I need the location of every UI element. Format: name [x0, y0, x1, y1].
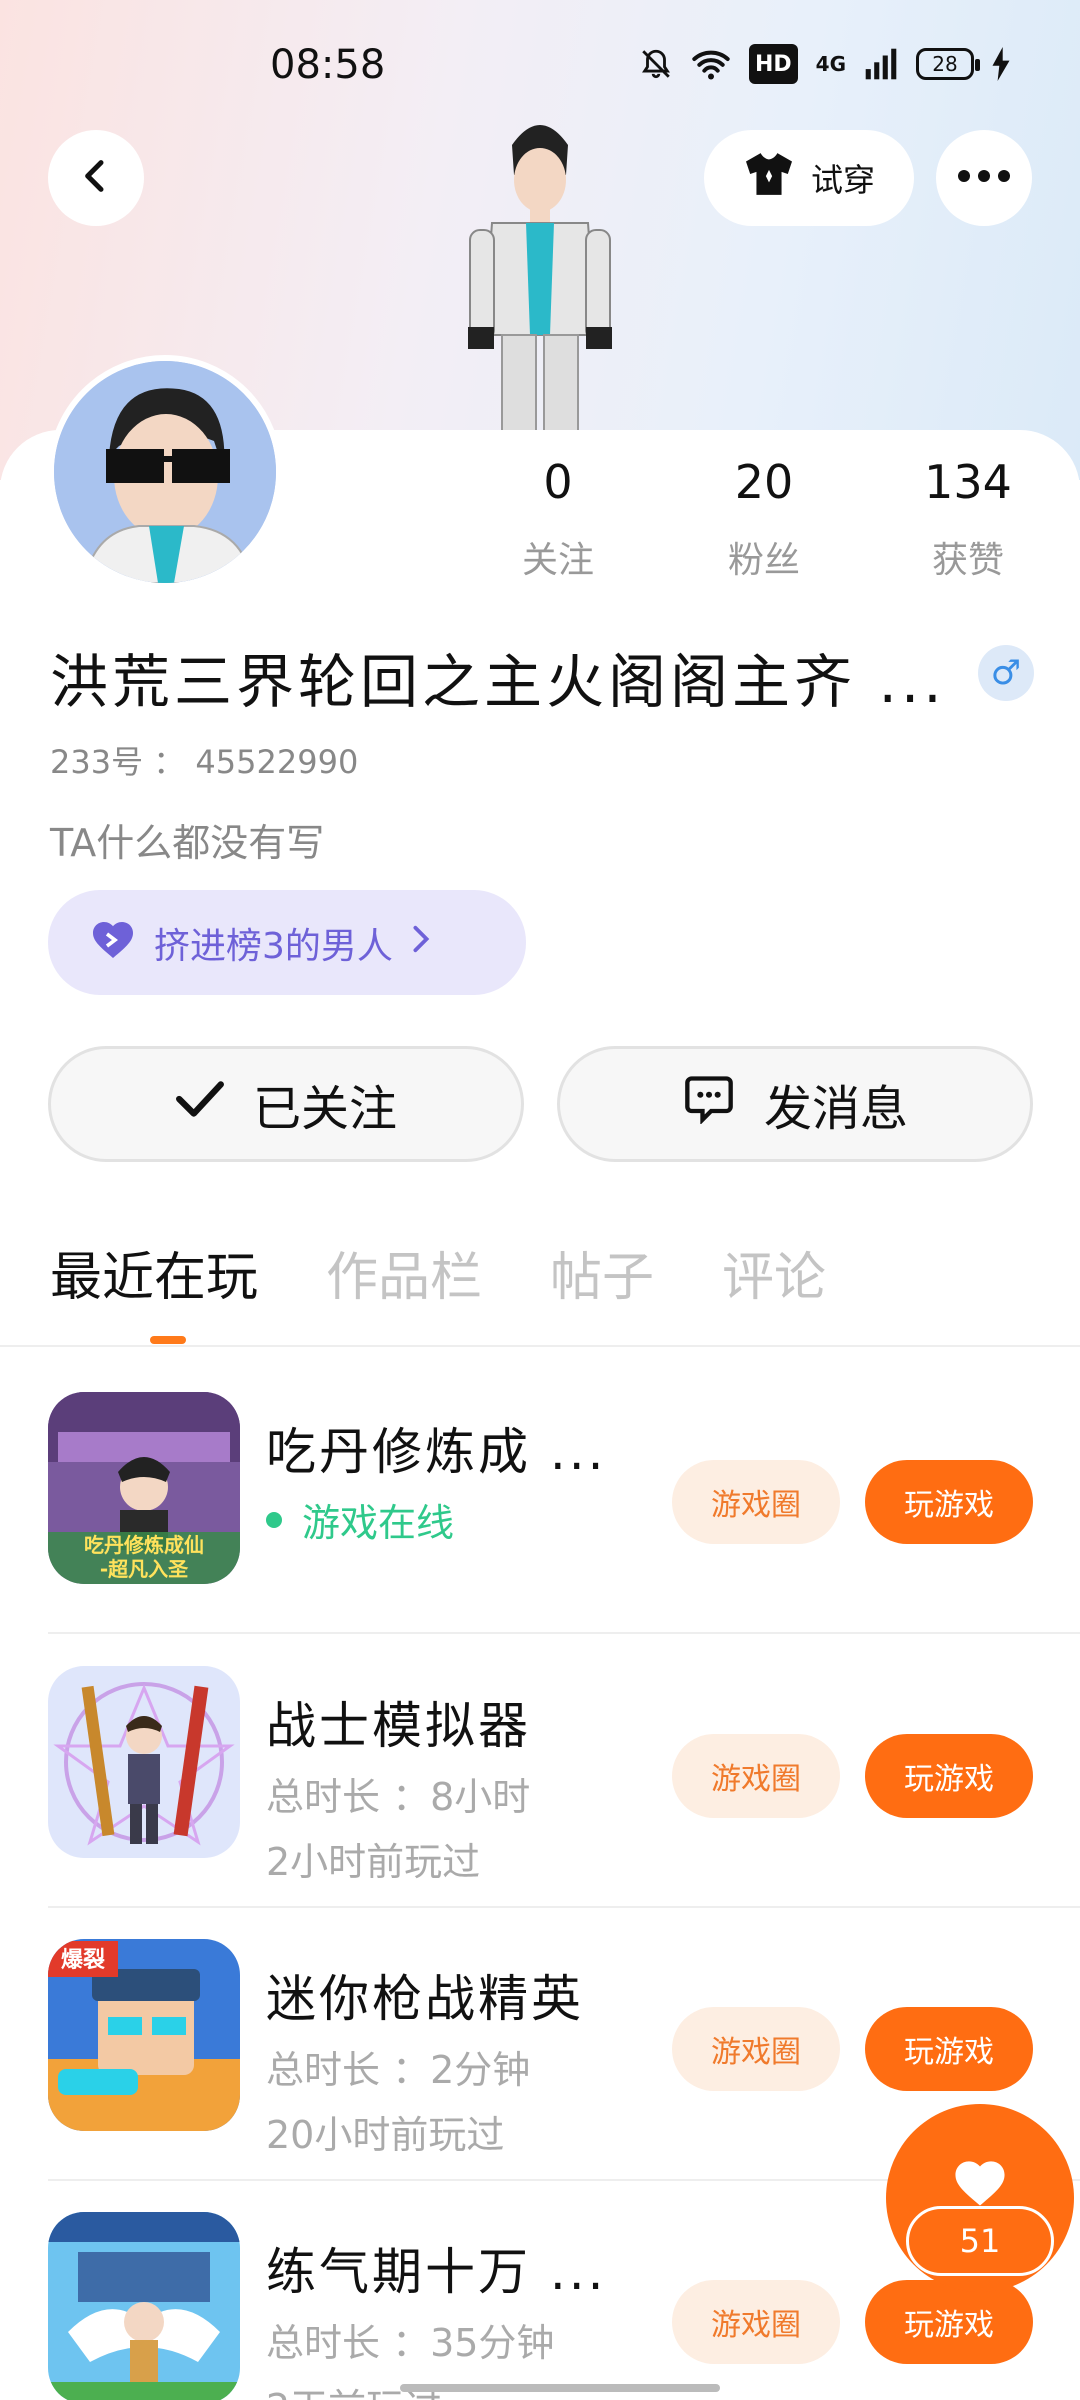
- play-game-button[interactable]: 玩游戏: [865, 2007, 1033, 2091]
- battery-indicator: 28: [916, 48, 980, 80]
- game-online-status: 游戏在线: [266, 1492, 454, 1547]
- chevron-right-icon: [409, 922, 433, 963]
- mute-bell-icon: [639, 44, 673, 84]
- game-last-played: 2小时前玩过: [266, 1840, 481, 1884]
- online-label: 游戏在线: [302, 1501, 455, 1545]
- hd-badge: HD: [748, 44, 798, 84]
- game-icon-caption: 爆裂: [61, 1948, 105, 1973]
- game-playtime: 总时长 ：2分钟: [266, 2048, 531, 2092]
- game-icon[interactable]: 爆裂: [48, 1939, 240, 2131]
- username: 洪荒三界轮回之主火阁阁主齐 ...: [50, 648, 946, 716]
- stat-value: 0: [543, 455, 573, 509]
- game-circle-button[interactable]: 游戏圈: [672, 2280, 840, 2364]
- divider: [0, 1345, 1080, 1347]
- network-label: 4G: [815, 52, 846, 76]
- stat-likes[interactable]: 134 获赞: [888, 455, 1048, 583]
- stat-value: 20: [734, 455, 794, 509]
- tab-active-indicator: [150, 1336, 186, 1344]
- following-button[interactable]: 已关注: [48, 1046, 524, 1162]
- divider: [48, 1632, 1080, 1634]
- send-message-button[interactable]: 发消息: [557, 1046, 1033, 1162]
- status-icons: HD 4G 28: [639, 44, 1010, 84]
- game-name: 练气期十万 ...: [266, 2243, 607, 2301]
- heart-icon: [88, 916, 138, 969]
- heart-icon: [950, 2154, 1010, 2212]
- gender-male-icon: ♂: [978, 645, 1034, 701]
- game-circle-button[interactable]: 游戏圈: [672, 1460, 840, 1544]
- try-on-label: 试穿: [810, 161, 875, 199]
- game-last-played: 20小时前玩过: [266, 2113, 505, 2157]
- check-icon: [175, 1076, 225, 1132]
- game-playtime: 总时长 ：8小时: [266, 1775, 531, 1819]
- chat-bubble-icon: [682, 1072, 736, 1136]
- tshirt-icon: [743, 151, 795, 205]
- game-name: 战士模拟器: [266, 1697, 531, 1755]
- more-button[interactable]: [936, 130, 1032, 226]
- back-button[interactable]: [48, 130, 144, 226]
- game-playtime: 总时长 ：35分钟: [266, 2321, 555, 2365]
- home-indicator[interactable]: [400, 2384, 720, 2392]
- game-list-item[interactable]: 吃丹修炼成仙 -超凡入圣 吃丹修炼成 ... 游戏在线 游戏圈 玩游戏: [0, 1362, 1080, 1634]
- stat-followers[interactable]: 20 粉丝: [684, 455, 844, 583]
- divider: [48, 1906, 1080, 1908]
- status-time: 08:58: [270, 42, 386, 88]
- game-list-item[interactable]: 战士模拟器 总时长 ：8小时 2小时前玩过 游戏圈 玩游戏: [0, 1636, 1080, 1908]
- game-icon[interactable]: [48, 2212, 240, 2400]
- user-id: 233号 ： 45522990: [50, 743, 359, 781]
- game-name: 迷你枪战精英: [266, 1970, 584, 2028]
- online-dot-icon: [266, 1511, 282, 1528]
- profile-tabs: 最近在玩 作品栏 帖子 评论: [50, 1235, 894, 1310]
- game-name: 吃丹修炼成 ...: [266, 1423, 607, 1481]
- tab-posts[interactable]: 帖子: [550, 1235, 654, 1310]
- avatar[interactable]: [48, 355, 282, 589]
- stat-value: 134: [924, 455, 1012, 509]
- wifi-icon: [691, 44, 731, 84]
- signal-icon: [864, 44, 898, 84]
- rank-badge-button[interactable]: 挤进榜3的男人: [48, 890, 526, 995]
- stat-label: 粉丝: [727, 540, 800, 581]
- chevron-left-icon: [76, 156, 116, 200]
- stat-following[interactable]: 0 关注: [478, 455, 638, 583]
- avatar-figure-image: [440, 105, 640, 436]
- like-count: 51: [906, 2206, 1054, 2276]
- stat-label: 关注: [521, 540, 594, 581]
- rank-label: 挤进榜3的男人: [154, 925, 393, 967]
- tab-comments[interactable]: 评论: [722, 1235, 826, 1310]
- play-game-button[interactable]: 玩游戏: [865, 1734, 1033, 1818]
- charging-icon: [992, 44, 1010, 84]
- game-icon-caption: -超凡入圣: [100, 1557, 189, 1581]
- game-circle-button[interactable]: 游戏圈: [672, 1734, 840, 1818]
- game-icon[interactable]: 吃丹修炼成仙 -超凡入圣: [48, 1392, 240, 1584]
- game-icon[interactable]: [48, 1666, 240, 1858]
- game-icon-caption: 吃丹修炼成仙: [84, 1533, 204, 1557]
- try-on-button[interactable]: 试穿: [704, 130, 914, 226]
- following-label: 已关注: [252, 1081, 397, 1137]
- tab-recently-played[interactable]: 最近在玩: [50, 1235, 258, 1310]
- tab-works[interactable]: 作品栏: [326, 1235, 482, 1310]
- game-circle-button[interactable]: 游戏圈: [672, 2007, 840, 2091]
- play-game-button[interactable]: 玩游戏: [865, 1460, 1033, 1544]
- user-bio: TA什么都没有写: [50, 821, 325, 865]
- more-dots-icon: [956, 168, 1012, 188]
- send-message-label: 发消息: [763, 1081, 908, 1137]
- stat-label: 获赞: [931, 540, 1004, 581]
- play-game-button[interactable]: 玩游戏: [865, 2280, 1033, 2364]
